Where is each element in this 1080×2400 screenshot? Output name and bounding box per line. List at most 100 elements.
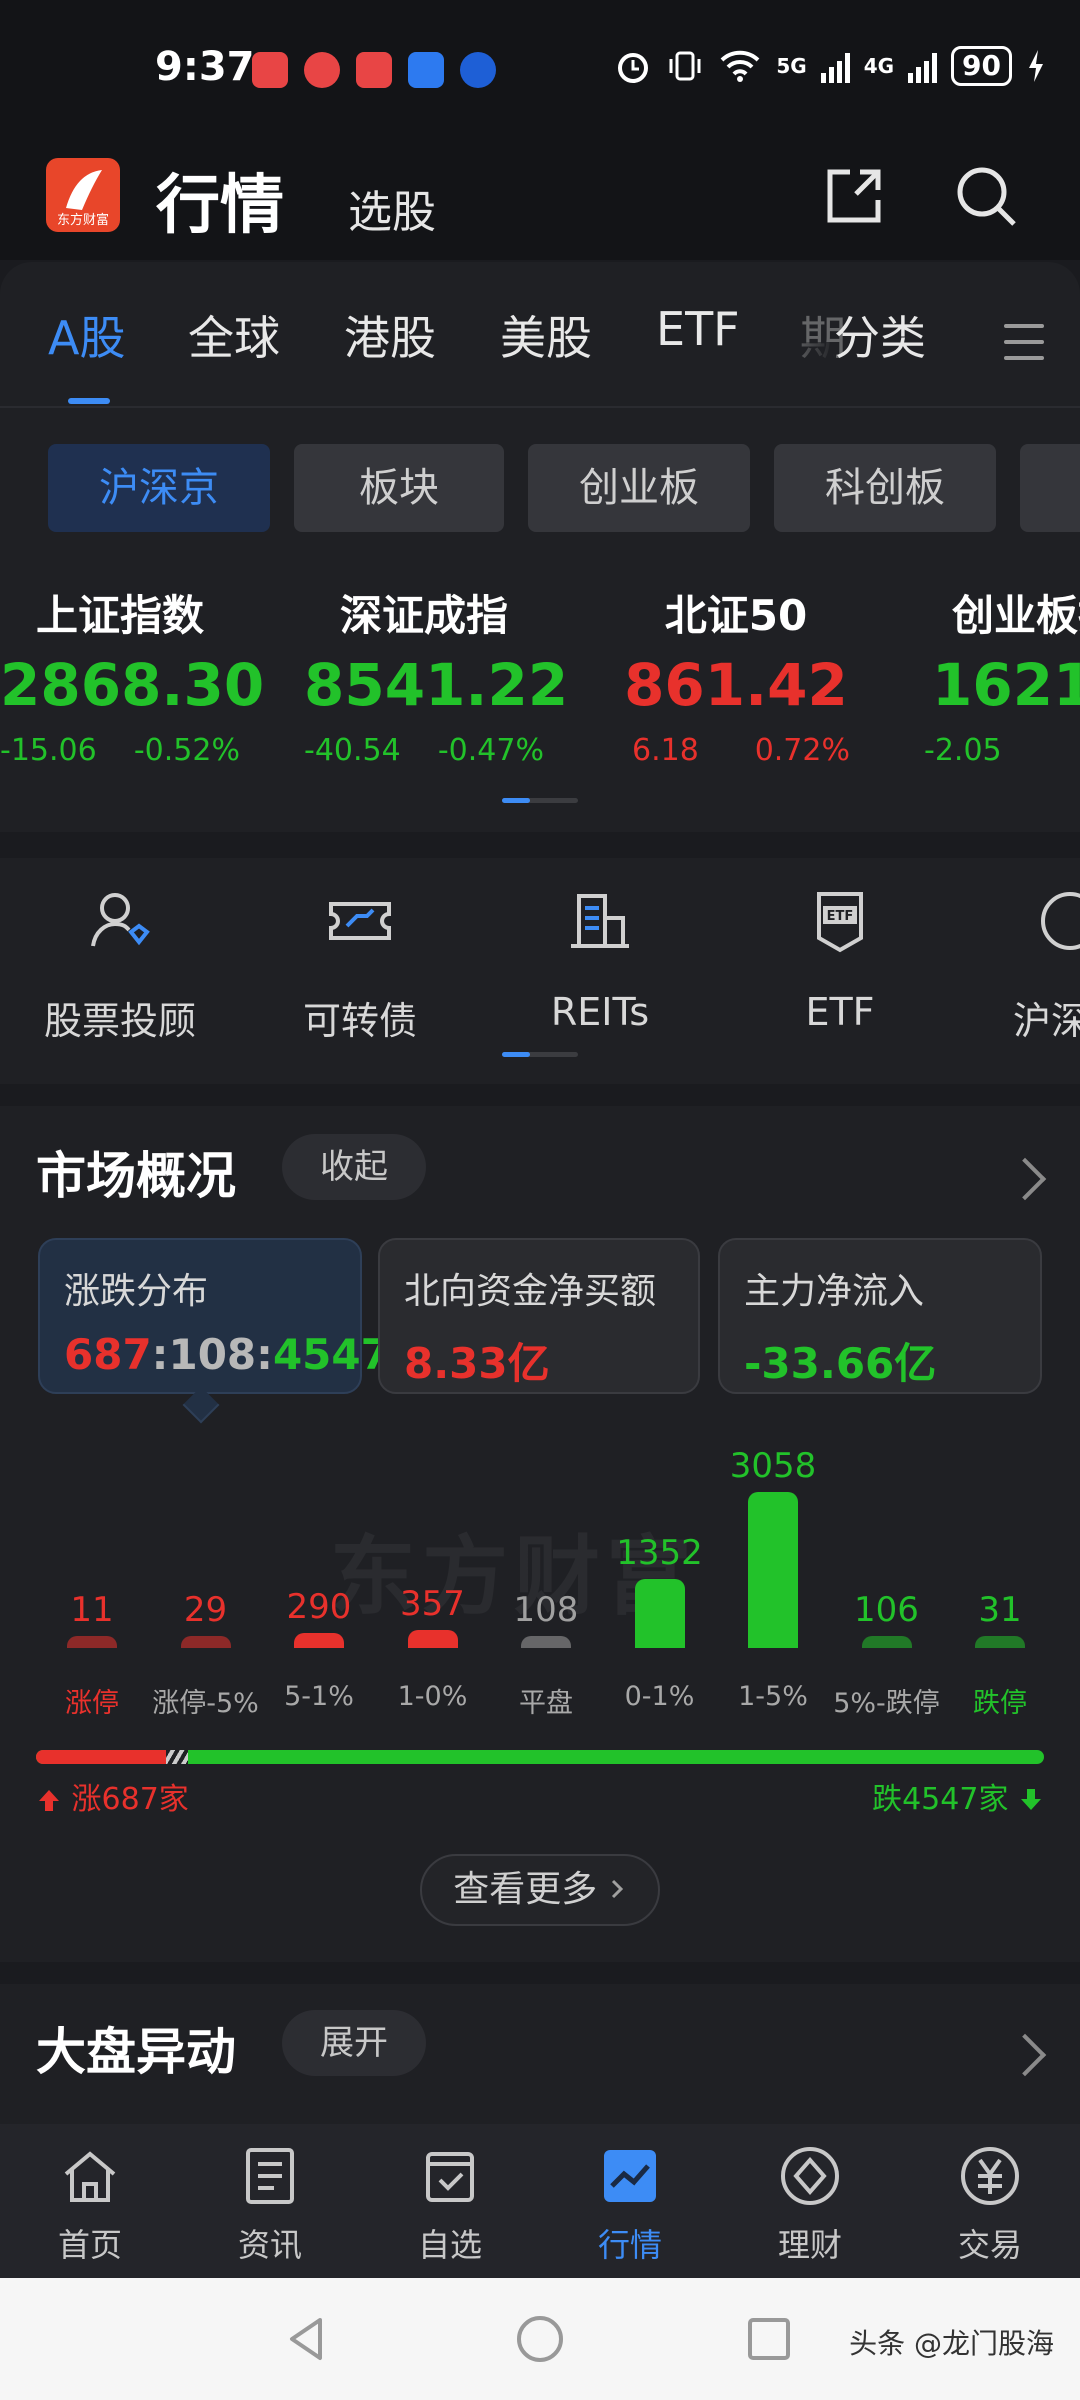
index-change: -15.06 bbox=[0, 733, 97, 768]
market-anomaly-title: 大盘异动 bbox=[36, 2023, 236, 2081]
shortcut-label: 股票投顾 bbox=[43, 999, 196, 1043]
stat-label: 北向资金净买额 bbox=[404, 1271, 657, 1312]
index-value: 1621. bbox=[932, 651, 1080, 719]
flat-count: 108 bbox=[168, 1330, 257, 1379]
index-pct: -0.47% bbox=[437, 733, 544, 768]
home-icon bbox=[64, 2151, 116, 2202]
watchlist-icon bbox=[426, 2152, 474, 2202]
bar-category-label: 平盘 bbox=[519, 1688, 573, 1719]
nav-home[interactable]: 首页 bbox=[10, 2144, 170, 2266]
stat-label: 涨跌分布 bbox=[64, 1271, 209, 1312]
bar-category-label: 1-5% bbox=[738, 1681, 808, 1712]
chevron-right-icon[interactable] bbox=[1003, 2033, 1047, 2077]
status-right: 5G 4G 90 bbox=[614, 46, 1046, 86]
subtab-more[interactable] bbox=[1020, 444, 1080, 532]
charging-icon bbox=[1029, 50, 1043, 82]
nav-watchlist[interactable]: 自选 bbox=[370, 2144, 530, 2266]
home-circle-icon[interactable] bbox=[513, 2312, 567, 2366]
bar bbox=[975, 1636, 1025, 1648]
bottom-nav: 首页 资讯 自选 行情 理财 交易 bbox=[0, 2124, 1080, 2278]
vibrate-icon bbox=[669, 51, 701, 81]
share-icon[interactable] bbox=[820, 162, 888, 230]
wifi-icon bbox=[720, 50, 760, 82]
etf-icon: ETF bbox=[817, 892, 863, 953]
tab-category[interactable]: 分类 bbox=[834, 302, 926, 368]
shortcut-hs-stocks[interactable]: 沪深股 bbox=[970, 886, 1080, 1045]
stat-up-down-distribution[interactable]: 涨跌分布 687:108:4547 bbox=[38, 1238, 390, 1394]
nav-trade[interactable]: 交易 bbox=[910, 2144, 1070, 2266]
nav-news[interactable]: 资讯 bbox=[190, 2144, 350, 2266]
stat-value: 8.33亿 bbox=[404, 1339, 550, 1388]
menu-icon[interactable] bbox=[1004, 324, 1044, 372]
index-bz50[interactable]: 北证50 861.42 6.18 0.72% bbox=[616, 582, 856, 768]
collapse-button[interactable]: 收起 bbox=[282, 1134, 426, 1200]
bar-value-label: 106 bbox=[854, 1590, 919, 1630]
logo-text: 东方财富 bbox=[56, 213, 109, 228]
subtab-hushenjing[interactable]: 沪深京 bbox=[48, 444, 270, 532]
bar bbox=[180, 1636, 231, 1648]
huawei-notification-icon bbox=[252, 52, 288, 88]
shortcut-reits[interactable]: REITs bbox=[500, 886, 700, 1034]
bar-category-label: 5-1% bbox=[284, 1681, 354, 1712]
alipay-notification-icon bbox=[408, 52, 444, 88]
shortcut-etf[interactable]: ETF ETF bbox=[740, 886, 940, 1034]
bar-value-label: 31 bbox=[978, 1590, 1022, 1630]
index-change: -40.54 bbox=[304, 733, 401, 768]
nav-market[interactable]: 行情 bbox=[550, 2144, 710, 2266]
bar-column: 290 bbox=[263, 1587, 375, 1648]
reits-building-icon bbox=[571, 894, 629, 948]
tab-a-shares[interactable]: A股 bbox=[48, 302, 125, 368]
arrow-up-icon bbox=[39, 1790, 59, 1811]
recents-icon[interactable] bbox=[742, 2312, 796, 2366]
bar-value-label: 29 bbox=[183, 1590, 228, 1630]
bar-category-label: 0-1% bbox=[624, 1681, 695, 1712]
index-shanghai[interactable]: 上证指数 2868.30 -15.06 -0.52% bbox=[0, 582, 264, 768]
subtab-chinext[interactable]: 创业板 bbox=[528, 444, 750, 532]
ratio-flat-segment bbox=[166, 1750, 188, 1764]
subtab-star-market[interactable]: 科创板 bbox=[774, 444, 996, 532]
bar-value-label: 1352 bbox=[616, 1533, 703, 1573]
view-more-button[interactable]: 查看更多 bbox=[420, 1854, 660, 1926]
bar-value-label: 108 bbox=[513, 1590, 579, 1630]
stat-main-net-inflow[interactable]: 主力净流入 -33.66亿 bbox=[718, 1238, 1042, 1394]
network-4g-label: 4G bbox=[863, 54, 895, 78]
index-shenzhen[interactable]: 深证成指 8541.22 -40.54 -0.47% bbox=[304, 582, 568, 768]
status-time: 9:37 bbox=[155, 44, 255, 90]
index-change: -2.05 bbox=[924, 733, 1002, 768]
bar-column: 106 bbox=[831, 1590, 943, 1648]
alarm-icon bbox=[618, 53, 649, 83]
bar-category-label: 涨停 bbox=[65, 1688, 119, 1719]
bar-category-label: 1-0% bbox=[397, 1681, 468, 1712]
up-summary: 涨687家 bbox=[36, 1774, 189, 1818]
nav-wealth[interactable]: 理财 bbox=[730, 2144, 890, 2266]
market-icon bbox=[604, 2150, 656, 2202]
chevron-right-icon[interactable] bbox=[1003, 1157, 1047, 1201]
shortcut-label: 沪深股 bbox=[1012, 999, 1080, 1043]
page-title: 行情 bbox=[156, 169, 284, 243]
shortcut-advisor[interactable]: 股票投顾 bbox=[20, 886, 220, 1045]
main-tabs: A股 全球 港股 美股 ETF 期 分类 bbox=[0, 302, 1080, 412]
signal-icon bbox=[820, 49, 850, 83]
index-value: 861.42 bbox=[624, 651, 848, 719]
subtab-sectors[interactable]: 板块 bbox=[294, 444, 504, 532]
expand-button[interactable]: 展开 bbox=[282, 2010, 426, 2076]
stat-northbound-flow[interactable]: 北向资金净买额 8.33亿 bbox=[378, 1238, 700, 1394]
index-name: 创业板指 bbox=[952, 591, 1080, 640]
index-chinext[interactable]: 创业板指 1621. -2.05 bbox=[920, 582, 1080, 768]
bar-value-label: 11 bbox=[70, 1590, 114, 1630]
bar-value-label: 290 bbox=[286, 1587, 352, 1627]
bar-column: 11 bbox=[36, 1590, 148, 1648]
system-nav-bar: 头条 @龙门股海 bbox=[0, 2278, 1080, 2400]
tab-global[interactable]: 全球 bbox=[188, 302, 280, 368]
shortcut-convertible[interactable]: 可转债 bbox=[260, 886, 460, 1045]
bar bbox=[407, 1630, 458, 1648]
tab-us-stocks[interactable]: 美股 bbox=[500, 302, 592, 368]
tab-etf[interactable]: ETF bbox=[656, 302, 740, 356]
tab-hk-stocks[interactable]: 港股 bbox=[344, 302, 436, 368]
index-name: 上证指数 bbox=[35, 591, 204, 640]
stock-picker-tab[interactable]: 选股 bbox=[348, 176, 436, 240]
search-icon[interactable] bbox=[952, 162, 1020, 230]
index-name: 深证成指 bbox=[339, 591, 508, 640]
back-icon[interactable] bbox=[280, 2312, 334, 2366]
bar-column: 357 bbox=[377, 1584, 489, 1648]
